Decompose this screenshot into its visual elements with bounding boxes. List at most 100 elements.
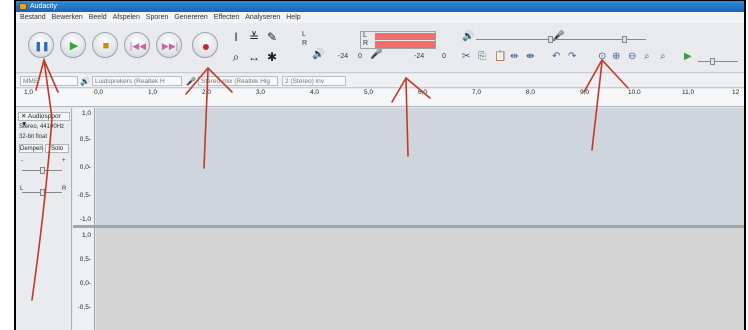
- track-format: 32-bit float: [19, 134, 48, 140]
- selection-tool-icon[interactable]: I: [228, 29, 244, 45]
- recording-db-label: -24: [414, 53, 425, 60]
- track-waveform-area-2[interactable]: [96, 228, 744, 330]
- menu-transport[interactable]: Afspelen: [113, 12, 140, 23]
- paste-icon[interactable]: 📋: [494, 51, 506, 62]
- window-title: Audacity: [30, 3, 57, 10]
- rec-meter-right-label: R: [363, 40, 369, 47]
- ruler-tick: 8,0: [526, 89, 536, 96]
- gain-minus-label: -: [21, 158, 23, 164]
- envelope-tool-icon[interactable]: ≚: [246, 29, 262, 45]
- audacity-window: Audacity Bestand Bewerken Beeld Afspelen…: [16, 1, 744, 330]
- microphone-icon[interactable]: 🎤: [370, 49, 382, 60]
- solo-button[interactable]: Solo: [45, 144, 69, 153]
- recording-meter[interactable]: L R: [360, 31, 436, 49]
- sync-lock-icon[interactable]: ⊙: [598, 51, 606, 62]
- ruler-tick: 0,0: [94, 89, 104, 96]
- skip-to-end-button[interactable]: ▶▶|: [156, 32, 182, 58]
- track-buttons: Dempen Solo: [19, 144, 69, 153]
- cut-icon[interactable]: ✂: [462, 51, 470, 62]
- track-name: Audiospoor: [27, 113, 61, 120]
- amplitude-scale: 1,0 0,5- 0,0- -0,5- -1,0 1,0 0,5- 0,0- -…: [73, 108, 95, 330]
- mute-button[interactable]: Dempen: [19, 144, 43, 153]
- close-track-icon[interactable]: ✕: [21, 113, 28, 120]
- scale-label: 0,0-: [79, 164, 91, 171]
- menu-view[interactable]: Beeld: [89, 12, 107, 23]
- menu-tracks[interactable]: Sporen: [146, 12, 169, 23]
- rec-meter-left-label: L: [363, 32, 367, 39]
- copy-icon[interactable]: ⎘: [478, 51, 486, 62]
- audacity-app-icon: [19, 3, 27, 10]
- gain-knob[interactable]: [40, 167, 45, 174]
- draw-tool-icon[interactable]: ✎: [264, 29, 280, 45]
- scale-label: 0,0-: [79, 280, 91, 287]
- multi-tool-icon[interactable]: ✱: [264, 49, 280, 65]
- skip-to-end-icon: ▶▶|: [161, 41, 179, 51]
- pan-slider[interactable]: [22, 189, 62, 196]
- ruler-tick: 6,0: [418, 89, 428, 96]
- play-speed-knob[interactable]: [710, 58, 715, 65]
- menu-file[interactable]: Bestand: [20, 12, 46, 23]
- speaker-icon[interactable]: 🔊: [312, 49, 324, 60]
- ruler-tick: 1,0: [24, 89, 34, 96]
- gain-slider[interactable]: [22, 167, 62, 174]
- recording-volume-knob[interactable]: [622, 36, 627, 43]
- trim-icon[interactable]: ⇹: [510, 51, 518, 62]
- menu-effects[interactable]: Effecten: [214, 12, 240, 23]
- scale-label: 0,5-: [79, 136, 91, 143]
- edit-toolbar: 🔊 ✂ ⎘ 📋 ⇹ ⇼ ↶ ↷ 🎤 ⊙ ⊕ ⊖ ⌕ ⌕ ▶: [462, 31, 744, 67]
- playback-volume-knob[interactable]: [548, 36, 553, 43]
- menu-analyze[interactable]: Analyseren: [245, 12, 280, 23]
- track-control-panel: ✕ Audiospoor ▼ Stereo, 44100Hz 32-bit fl…: [16, 108, 72, 330]
- pan-right-label: R: [62, 186, 67, 192]
- ruler-tick: 5,0: [364, 89, 374, 96]
- pause-icon: ❚❚: [34, 41, 50, 51]
- pause-button[interactable]: ❚❚: [28, 32, 54, 58]
- pan-knob[interactable]: [40, 189, 45, 196]
- stop-button[interactable]: ■: [92, 32, 118, 58]
- scale-label: -1,0: [79, 216, 91, 223]
- play-button[interactable]: ▶: [60, 32, 86, 58]
- zoom-out-icon[interactable]: ⊖: [628, 51, 636, 62]
- recording-volume-slider[interactable]: [572, 36, 646, 43]
- menu-generate[interactable]: Genereren: [174, 12, 207, 23]
- play-icon: ▶: [69, 40, 79, 52]
- playback-zero-label: 0: [358, 53, 362, 60]
- input-device-select[interactable]: Stereo-mix (Realtek Hig: [198, 76, 278, 86]
- toolbar-area: ❚❚ ▶ ■ |◀◀ ▶▶| ● I ≚ ✎ ⌕ ↔ ✱ L R 🔊 -24 0: [16, 23, 744, 73]
- timeshift-tool-icon[interactable]: ↔: [246, 49, 262, 65]
- scale-label: 0,5-: [79, 256, 91, 263]
- ruler-tick: 10,0: [628, 89, 641, 96]
- track-rate: Stereo, 44100Hz: [19, 124, 65, 130]
- scale-label: 1,0: [81, 110, 91, 117]
- track-waveform-area[interactable]: [96, 108, 744, 225]
- play-at-speed-icon[interactable]: ▶: [684, 51, 692, 62]
- input-channels-select[interactable]: 2 (Stereo) inv: [282, 76, 346, 86]
- fit-selection-icon[interactable]: ⌕: [644, 51, 650, 62]
- ruler-tick: 2,0: [202, 89, 212, 96]
- redo-icon[interactable]: ↷: [568, 51, 576, 62]
- meter-bar-right: [375, 41, 435, 48]
- timeline-ruler[interactable]: 1,0 0,0 1,0 2,0 3,0 4,0 5,0 6,0 7,0 8,0 …: [16, 89, 744, 107]
- silence-icon[interactable]: ⇼: [526, 51, 534, 62]
- undo-icon[interactable]: ↶: [552, 51, 560, 62]
- fit-project-icon[interactable]: ⌕: [660, 51, 666, 62]
- ruler-tick: 1,0: [148, 89, 158, 96]
- track-name-menu[interactable]: ✕ Audiospoor ▼: [18, 112, 70, 128]
- zoom-in-icon[interactable]: ⊕: [612, 51, 620, 62]
- menu-edit[interactable]: Bewerken: [52, 12, 83, 23]
- skip-to-start-icon: |◀◀: [129, 41, 147, 51]
- recording-zero-label: 0: [442, 53, 446, 60]
- ruler-tick: 4,0: [310, 89, 320, 96]
- playback-volume-slider[interactable]: [476, 36, 576, 43]
- output-speaker-icon: 🔊: [80, 77, 90, 86]
- skip-to-start-button[interactable]: |◀◀: [124, 32, 150, 58]
- zoom-tool-icon[interactable]: ⌕: [228, 49, 244, 65]
- ruler-tick: 12: [732, 89, 740, 96]
- play-speed-slider[interactable]: [698, 58, 738, 65]
- ruler-tick: 9,0: [580, 89, 590, 96]
- output-device-select[interactable]: Luidsprekers (Realtek H: [92, 76, 182, 86]
- scale-label: -0,5-: [77, 192, 91, 199]
- record-button[interactable]: ●: [192, 32, 218, 58]
- menu-help[interactable]: Help: [286, 12, 300, 23]
- host-select[interactable]: MME: [20, 76, 78, 86]
